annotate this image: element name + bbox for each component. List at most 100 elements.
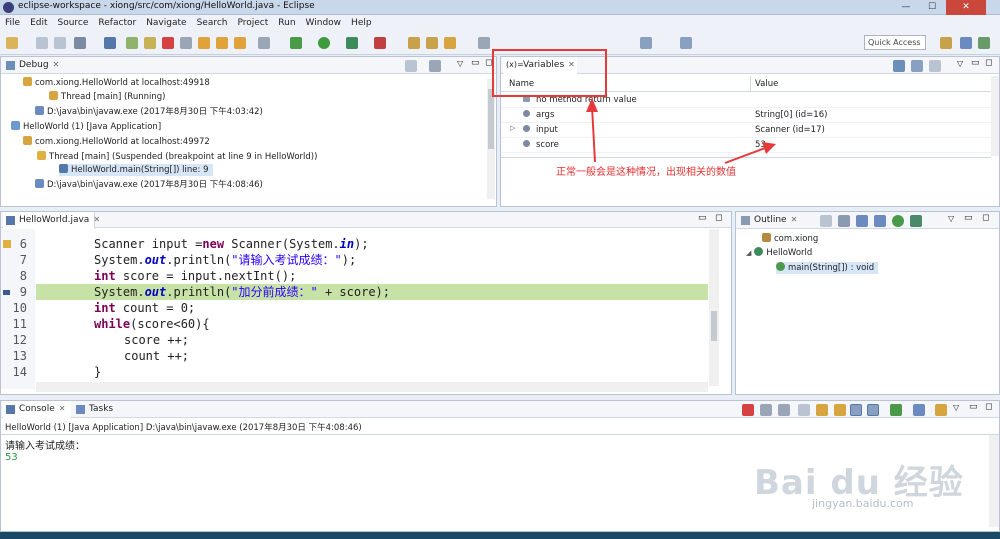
view-menu-icon[interactable]: ▽ bbox=[953, 403, 959, 412]
menu-project[interactable]: Project bbox=[232, 15, 273, 31]
step-return-icon[interactable] bbox=[234, 37, 246, 49]
java-perspective-icon[interactable] bbox=[960, 37, 972, 49]
remove-launches-icon[interactable] bbox=[405, 60, 417, 72]
view-menu-icon[interactable]: ▽ bbox=[957, 59, 963, 68]
show-type-names-icon[interactable] bbox=[893, 60, 905, 72]
hide-static-icon[interactable] bbox=[874, 215, 886, 227]
menu-source[interactable]: Source bbox=[53, 15, 94, 31]
close-button[interactable]: ✕ bbox=[946, 0, 986, 15]
sort-icon[interactable] bbox=[838, 215, 850, 227]
tree-item-process-1[interactable]: com.xiong.HelloWorld at localhost:49918 bbox=[23, 77, 210, 89]
clear-console-icon[interactable] bbox=[798, 404, 810, 416]
tree-item-stack-frame[interactable]: HelloWorld.main(String[]) line: 9 bbox=[59, 164, 213, 176]
maximize-button[interactable]: ☐ bbox=[920, 0, 944, 15]
tab-outline[interactable]: Outline ✕ bbox=[738, 212, 797, 229]
tree-item-javaw-1[interactable]: D:\java\bin\javaw.exe (2017年8月30日 下午4:03… bbox=[35, 106, 263, 118]
new-java-project-icon[interactable] bbox=[408, 37, 420, 49]
save-icon[interactable] bbox=[36, 37, 48, 49]
hide-local-types-icon[interactable] bbox=[910, 215, 922, 227]
maximize-pane-icon[interactable]: ◻ bbox=[985, 58, 992, 68]
hide-fields-icon[interactable] bbox=[856, 215, 868, 227]
view-menu-icon[interactable]: ▽ bbox=[948, 214, 954, 223]
tab-debug[interactable]: Debug ✕ bbox=[3, 57, 59, 74]
menu-window[interactable]: Window bbox=[301, 15, 347, 31]
pin-console-icon[interactable] bbox=[890, 404, 902, 416]
code-line[interactable]: } bbox=[94, 364, 101, 380]
tree-item-process-2[interactable]: com.xiong.HelloWorld at localhost:49972 bbox=[23, 136, 210, 148]
minimize-pane-icon[interactable]: ▭ bbox=[471, 58, 480, 68]
collapse-all-icon[interactable] bbox=[820, 215, 832, 227]
editor-scrollbar-thumb[interactable] bbox=[711, 311, 717, 341]
minimize-pane-icon[interactable]: ▭ bbox=[971, 58, 980, 68]
open-console-icon[interactable] bbox=[935, 404, 947, 416]
console-input-line[interactable]: 53 bbox=[5, 452, 18, 463]
forward-icon[interactable] bbox=[680, 37, 692, 49]
new-icon[interactable] bbox=[6, 37, 18, 49]
menu-help[interactable]: Help bbox=[346, 15, 377, 31]
step-into-icon[interactable] bbox=[198, 37, 210, 49]
editor-horizontal-scrollbar[interactable] bbox=[36, 382, 708, 392]
remove-launch-icon[interactable] bbox=[760, 404, 772, 416]
tab-console[interactable]: Console ✕ bbox=[3, 401, 71, 418]
minimize-button[interactable]: — bbox=[894, 0, 918, 15]
console-scrollbar[interactable] bbox=[989, 435, 999, 527]
close-icon[interactable]: ✕ bbox=[93, 215, 100, 224]
code-line[interactable]: while(score<60){ bbox=[94, 316, 210, 332]
search-icon[interactable] bbox=[444, 37, 456, 49]
close-icon[interactable]: ✕ bbox=[791, 215, 798, 224]
collapse-all-icon[interactable] bbox=[929, 60, 941, 72]
disconnect-icon[interactable] bbox=[180, 37, 192, 49]
suspend-icon[interactable] bbox=[144, 37, 156, 49]
show-on-stdout-icon[interactable] bbox=[850, 404, 862, 416]
menu-run[interactable]: Run bbox=[273, 15, 300, 31]
debug-icon[interactable] bbox=[290, 37, 302, 49]
hide-non-public-icon[interactable] bbox=[892, 215, 904, 227]
menu-edit[interactable]: Edit bbox=[25, 15, 52, 31]
code-line[interactable]: score ++; bbox=[124, 332, 189, 348]
tree-item-javaw-2[interactable]: D:\java\bin\javaw.exe (2017年8月30日 下午4:08… bbox=[35, 179, 263, 191]
code-line[interactable]: System.out.println("请输入考试成绩："); bbox=[94, 252, 356, 268]
skip-breakpoints-icon[interactable] bbox=[104, 37, 116, 49]
variables-scrollbar[interactable] bbox=[991, 76, 999, 156]
debug-perspective-icon[interactable] bbox=[978, 37, 990, 49]
terminate-icon[interactable] bbox=[742, 404, 754, 416]
outline-item-method[interactable]: main(String[]) : void bbox=[776, 262, 879, 274]
tree-item-thread-running[interactable]: Thread [main] (Running) bbox=[49, 91, 165, 103]
minimize-pane-icon[interactable]: ▭ bbox=[964, 213, 973, 223]
outline-item-package[interactable]: com.xiong bbox=[762, 233, 818, 245]
outline-item-class[interactable]: ◢ HelloWorld bbox=[746, 247, 812, 259]
code-line[interactable]: int score = input.nextInt(); bbox=[94, 268, 296, 284]
open-perspective-icon[interactable] bbox=[940, 37, 952, 49]
tab-helloworld-java[interactable]: HelloWorld.java ✕ bbox=[3, 212, 100, 229]
scroll-lock-icon[interactable] bbox=[816, 404, 828, 416]
expand-icon[interactable]: ▷ bbox=[510, 124, 515, 132]
open-type-icon[interactable] bbox=[426, 37, 438, 49]
code-line[interactable]: int count = 0; bbox=[94, 300, 195, 316]
quick-access-field[interactable]: Quick Access bbox=[864, 35, 926, 50]
code-line[interactable]: Scanner input =new Scanner(System.in); bbox=[94, 236, 369, 252]
menu-refactor[interactable]: Refactor bbox=[93, 15, 141, 31]
remove-all-terminated-icon[interactable] bbox=[778, 404, 790, 416]
coverage-icon[interactable] bbox=[346, 37, 358, 49]
close-icon[interactable]: ✕ bbox=[53, 60, 60, 69]
annotation-icon[interactable] bbox=[478, 37, 490, 49]
show-logical-structure-icon[interactable] bbox=[911, 60, 923, 72]
terminate-icon[interactable] bbox=[162, 37, 174, 49]
run-icon[interactable] bbox=[318, 37, 330, 49]
debug-scrollbar-thumb[interactable] bbox=[488, 89, 494, 149]
maximize-pane-icon[interactable]: ◻ bbox=[715, 213, 722, 223]
code-line-current[interactable]: System.out.println("加分前成绩：" + score); bbox=[94, 284, 390, 300]
tree-item-thread-suspended[interactable]: Thread [main] (Suspended (breakpoint at … bbox=[37, 151, 317, 163]
back-icon[interactable] bbox=[640, 37, 652, 49]
print-icon[interactable] bbox=[74, 37, 86, 49]
maximize-pane-icon[interactable]: ◻ bbox=[985, 402, 992, 412]
expand-icon[interactable]: ◢ bbox=[746, 249, 751, 257]
tree-item-launch[interactable]: HelloWorld (1) [Java Application] bbox=[11, 121, 161, 133]
menu-search[interactable]: Search bbox=[192, 15, 233, 31]
display-console-icon[interactable] bbox=[913, 404, 925, 416]
save-all-icon[interactable] bbox=[54, 37, 66, 49]
editor-vertical-scrollbar[interactable] bbox=[709, 229, 719, 386]
tab-tasks[interactable]: Tasks bbox=[73, 401, 113, 418]
minimize-pane-icon[interactable]: ▭ bbox=[969, 402, 978, 412]
close-icon[interactable]: ✕ bbox=[59, 404, 66, 413]
